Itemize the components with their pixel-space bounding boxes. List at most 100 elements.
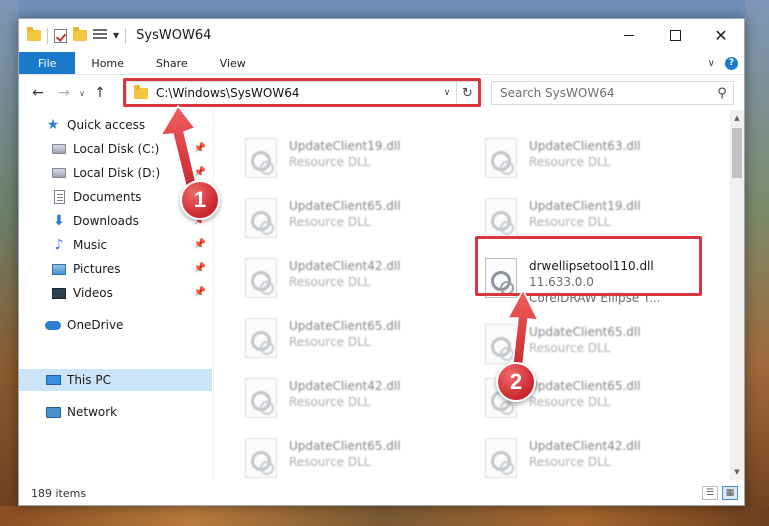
file-type: Resource DLL: [529, 215, 611, 229]
pin-icon[interactable]: 📌: [194, 143, 206, 154]
file-name: UpdateClient42.dll: [289, 259, 401, 273]
file-type: Resource DLL: [289, 335, 371, 349]
expand-ribbon-icon[interactable]: ∨: [708, 58, 715, 69]
file-item[interactable]: UpdateClient42.dll Resource DLL: [477, 434, 707, 480]
disk-icon: [51, 165, 67, 181]
file-item[interactable]: UpdateClient19.dll Resource DLL: [237, 134, 467, 190]
file-version: 11.633.0.0: [529, 275, 594, 289]
close-button[interactable]: ✕: [698, 19, 744, 52]
tab-home[interactable]: Home: [75, 52, 139, 74]
sidebar-item-this-pc[interactable]: This PC: [19, 369, 212, 391]
title-bar: ▼ SysWOW64 ✕: [19, 19, 744, 52]
file-item[interactable]: UpdateClient42.dll Resource DLL: [237, 254, 467, 310]
file-type: Resource DLL: [529, 155, 611, 169]
sidebar-item-label: Documents: [73, 190, 142, 204]
file-type: Resource DLL: [289, 155, 371, 169]
download-icon: ⬇: [53, 213, 65, 229]
sidebar-item-onedrive[interactable]: OneDrive: [19, 314, 212, 336]
sidebar-item-local-disk-d[interactable]: Local Disk (D:) 📌: [19, 162, 212, 184]
large-icons-view-icon[interactable]: ▦: [722, 486, 738, 500]
window-controls: ✕: [606, 19, 744, 52]
dll-file-icon: [485, 258, 517, 298]
details-view-icon[interactable]: ☰: [702, 486, 718, 500]
file-type: Resource DLL: [289, 455, 371, 469]
file-type: Resource DLL: [289, 215, 371, 229]
sidebar-item-local-disk-c[interactable]: Local Disk (C:) 📌: [19, 138, 212, 160]
new-folder-icon[interactable]: [73, 27, 87, 41]
search-box[interactable]: Search SysWOW64 ⚲: [491, 81, 734, 105]
file-name: UpdateClient65.dll: [529, 325, 641, 339]
pin-icon[interactable]: 📌: [194, 263, 206, 274]
address-path[interactable]: C:\Windows\SysWOW64: [156, 86, 438, 100]
dll-file-icon: [245, 198, 277, 238]
ribbon-tabs: File Home Share View ∨ ?: [19, 52, 744, 75]
sidebar-item-label: Network: [67, 405, 118, 419]
address-bar[interactable]: C:\Windows\SysWOW64 ∨ ↻: [126, 81, 479, 105]
vertical-scrollbar[interactable]: ▲ ▼: [730, 110, 744, 480]
help-icon[interactable]: ?: [725, 56, 738, 70]
view-switcher: ☰ ▦: [702, 486, 744, 500]
file-type: Resource DLL: [529, 341, 611, 355]
file-name: UpdateClient19.dll: [289, 139, 401, 153]
scroll-up-icon[interactable]: ▲: [730, 110, 744, 126]
pin-icon[interactable]: 📌: [194, 239, 206, 250]
sidebar-item-network[interactable]: Network: [19, 401, 212, 423]
sidebar-item-videos[interactable]: Videos 📌: [19, 282, 212, 304]
properties-check-icon[interactable]: [54, 28, 67, 43]
customize-toolbar-icon[interactable]: ▼: [113, 31, 119, 40]
ribbon-right-controls: ∨ ?: [708, 52, 744, 74]
sidebar-item-label: Quick access: [67, 118, 146, 132]
status-bar: 189 items ☰ ▦: [19, 481, 744, 505]
videos-icon: [51, 285, 67, 301]
search-input[interactable]: Search SysWOW64: [500, 86, 711, 100]
minimize-button[interactable]: [606, 19, 652, 52]
disk-icon: [51, 141, 67, 157]
file-list: UpdateClient19.dll Resource DLL UpdateCli…: [215, 110, 730, 480]
file-item[interactable]: UpdateClient42.dll Resource DLL: [237, 374, 467, 430]
music-icon: ♪: [54, 237, 64, 253]
sidebar-item-pictures[interactable]: Pictures 📌: [19, 258, 212, 280]
dll-file-icon: [245, 318, 277, 358]
dll-file-icon: [485, 438, 517, 478]
file-name: UpdateClient42.dll: [289, 379, 401, 393]
navigation-pane: ★ Quick access Local Disk (C:) 📌 Local D…: [19, 110, 214, 480]
navigation-bar: ← → ∨ ↑ C:\Windows\SysWOW64 ∨ ↻ Search S…: [19, 76, 744, 110]
file-item[interactable]: UpdateClient65.dll Resource DLL: [237, 314, 467, 370]
pc-icon: [45, 372, 61, 388]
file-item[interactable]: UpdateClient65.dll Resource DLL: [237, 434, 467, 480]
desktop-wallpaper-right: [745, 0, 769, 526]
address-dropdown-icon[interactable]: ∨: [438, 88, 456, 98]
file-item-target[interactable]: drwellipsetool110.dll 11.633.0.0 CorelDR…: [477, 254, 707, 314]
forward-button[interactable]: →: [53, 85, 75, 101]
file-item[interactable]: UpdateClient63.dll Resource DLL: [477, 134, 707, 190]
dll-file-icon: [245, 378, 277, 418]
folder-icon: [134, 84, 148, 99]
up-button[interactable]: ↑: [89, 85, 111, 101]
back-button[interactable]: ←: [27, 85, 49, 101]
file-name: UpdateClient19.dll: [529, 199, 641, 213]
dll-file-icon: [245, 258, 277, 298]
refresh-button[interactable]: ↻: [456, 82, 478, 104]
onedrive-icon: [45, 317, 61, 333]
sidebar-item-label: Local Disk (D:): [73, 166, 161, 180]
file-item[interactable]: UpdateClient19.dll Resource DLL: [477, 194, 707, 250]
recent-locations-button[interactable]: ∨: [75, 89, 89, 98]
tab-file[interactable]: File: [19, 52, 76, 74]
file-item[interactable]: UpdateClient65.dll Resource DLL: [237, 194, 467, 250]
sidebar-item-quick-access[interactable]: ★ Quick access: [19, 114, 212, 136]
pin-icon[interactable]: 📌: [194, 287, 206, 298]
documents-icon: [51, 189, 67, 205]
tab-share[interactable]: Share: [140, 52, 204, 74]
properties-list-icon[interactable]: [93, 29, 107, 42]
sidebar-item-label: OneDrive: [67, 318, 124, 332]
maximize-button[interactable]: [652, 19, 698, 52]
sidebar-item-downloads[interactable]: ⬇ Downloads 📌: [19, 210, 212, 232]
scroll-down-icon[interactable]: ▼: [730, 464, 744, 480]
tab-view[interactable]: View: [204, 52, 262, 74]
step-1-badge: 1: [180, 180, 220, 220]
sidebar-item-music[interactable]: ♪ Music 📌: [19, 234, 212, 256]
sidebar-item-label: Pictures: [73, 262, 121, 276]
network-icon: [45, 404, 61, 420]
scrollbar-thumb[interactable]: [732, 128, 742, 178]
pin-icon[interactable]: 📌: [194, 167, 206, 178]
